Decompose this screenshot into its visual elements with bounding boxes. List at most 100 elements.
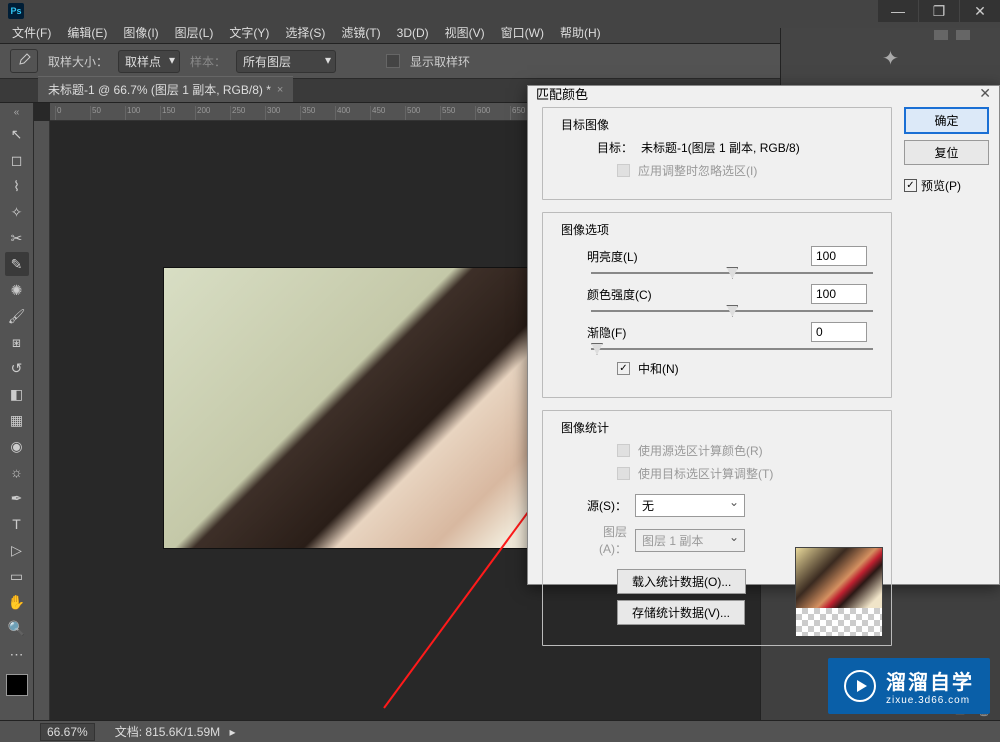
neutralize-label: 中和(N) — [638, 360, 679, 377]
sample-dropdown[interactable]: 所有图层 — [236, 50, 336, 73]
load-stats-button[interactable]: 载入统计数据(O)... — [617, 569, 746, 594]
thumbnail-transparency — [796, 608, 882, 636]
edit-toolbar[interactable]: ⋯ — [5, 642, 29, 666]
ruler-tick: 100 — [125, 106, 140, 120]
ruler-tick: 650 — [510, 106, 525, 120]
panel-tab-1[interactable] — [934, 30, 948, 40]
zoom-tool[interactable]: 🔍 — [5, 616, 29, 640]
magic-wand-tool[interactable]: ✧ — [5, 200, 29, 224]
save-stats-button[interactable]: 存储统计数据(V)... — [617, 600, 745, 625]
stamp-tool[interactable]: ⧆ — [5, 330, 29, 354]
panel-tab-2[interactable] — [956, 30, 970, 40]
ruler-tick: 450 — [370, 106, 385, 120]
watermark-title: 溜溜自学 — [886, 666, 974, 695]
menu-view[interactable]: 视图(V) — [437, 24, 493, 41]
preview-label: 预览(P) — [921, 177, 961, 194]
document-tab[interactable]: 未标题-1 @ 66.7% (图层 1 副本, RGB/8) * × — [38, 76, 293, 102]
luminance-input[interactable] — [811, 246, 867, 266]
luminance-slider[interactable] — [591, 272, 873, 274]
menu-help[interactable]: 帮助(H) — [552, 24, 609, 41]
move-tool[interactable]: ↖ — [5, 122, 29, 146]
ruler-tick: 250 — [230, 106, 245, 120]
source-thumbnail — [795, 547, 883, 635]
ok-button[interactable]: 确定 — [904, 107, 989, 134]
ruler-vertical — [34, 121, 50, 720]
hand-tool[interactable]: ✋ — [5, 590, 29, 614]
status-chevron-icon[interactable]: ▸ — [229, 725, 235, 739]
image-stats-legend: 图像统计 — [557, 419, 613, 436]
ruler-tick: 350 — [300, 106, 315, 120]
eraser-tool[interactable]: ◧ — [5, 382, 29, 406]
shape-tool[interactable]: ▭ — [5, 564, 29, 588]
target-image-legend: 目标图像 — [557, 116, 613, 133]
fade-slider[interactable] — [591, 348, 873, 350]
foreground-color[interactable] — [6, 674, 28, 696]
gradient-tool[interactable]: ▦ — [5, 408, 29, 432]
target-value: 未标题-1(图层 1 副本, RGB/8) — [641, 139, 800, 156]
minimize-button[interactable]: — — [878, 0, 918, 22]
history-brush-tool[interactable]: ↺ — [5, 356, 29, 380]
blur-tool[interactable]: ◉ — [5, 434, 29, 458]
app-logo: Ps — [8, 3, 24, 19]
layer-dropdown: 图层 1 副本 — [635, 529, 745, 552]
menu-3d[interactable]: 3D(D) — [389, 26, 437, 40]
image-options-group: 图像选项 明亮度(L) 颜色强度(C) — [542, 212, 892, 398]
panel-dock: ✦ — [780, 28, 1000, 88]
canvas-image — [164, 268, 529, 548]
tool-preset-button[interactable] — [10, 49, 38, 73]
healing-tool[interactable]: ✺ — [5, 278, 29, 302]
menu-type[interactable]: 文字(Y) — [221, 24, 277, 41]
ruler-tick: 50 — [90, 106, 101, 120]
menu-select[interactable]: 选择(S) — [277, 24, 333, 41]
ruler-tick: 0 — [55, 106, 61, 120]
menu-window[interactable]: 窗口(W) — [493, 24, 552, 41]
ruler-tick: 150 — [160, 106, 175, 120]
eyedropper-tool[interactable]: ✎ — [5, 252, 29, 276]
use-source-sel-label: 使用源选区计算颜色(R) — [638, 442, 763, 459]
ignore-selection-checkbox — [617, 164, 630, 177]
window-controls: — ❐ ✕ — [877, 0, 1000, 22]
menu-filter[interactable]: 滤镜(T) — [333, 24, 388, 41]
luminance-label: 明亮度(L) — [587, 248, 638, 265]
menu-layer[interactable]: 图层(L) — [167, 24, 222, 41]
dialog-close-button[interactable]: ✕ — [979, 85, 991, 102]
dodge-tool[interactable]: ☼ — [5, 460, 29, 484]
neutralize-checkbox[interactable] — [617, 362, 630, 375]
zoom-field[interactable]: 66.67% — [40, 723, 95, 741]
ruler-tick: 200 — [195, 106, 210, 120]
intensity-slider[interactable] — [591, 310, 873, 312]
lasso-tool[interactable]: ⌇ — [5, 174, 29, 198]
source-dropdown[interactable]: 无 — [635, 494, 745, 517]
document-tab-title: 未标题-1 @ 66.7% (图层 1 副本, RGB/8) * — [48, 81, 271, 98]
dialog-title-bar[interactable]: 匹配颜色 ✕ — [528, 86, 999, 101]
menu-file[interactable]: 文件(F) — [4, 24, 59, 41]
document-tab-close[interactable]: × — [277, 84, 283, 96]
crop-tool[interactable]: ✂ — [5, 226, 29, 250]
image-stats-group: 图像统计 使用源选区计算颜色(R) 使用目标选区计算调整(T) 源(S)： 无 … — [542, 410, 892, 646]
marquee-tool[interactable]: ◻ — [5, 148, 29, 172]
brush-tool[interactable]: 🖌 — [5, 304, 29, 328]
match-color-dialog: 匹配颜色 ✕ 目标图像 目标： 未标题-1(图层 1 副本, RGB/8) 应用… — [527, 85, 1000, 585]
cancel-button[interactable]: 复位 — [904, 140, 989, 165]
pen-tool[interactable]: ✒ — [5, 486, 29, 510]
close-button[interactable]: ✕ — [960, 0, 1000, 22]
menu-edit[interactable]: 编辑(E) — [59, 24, 115, 41]
type-tool[interactable]: T — [5, 512, 29, 536]
ignore-selection-label: 应用调整时忽略选区(I) — [638, 162, 757, 179]
source-label: 源(S)： — [577, 497, 627, 514]
brush-panel-icon[interactable]: ✦ — [882, 46, 899, 71]
watermark: 溜溜自学 zixue.3d66.com — [828, 658, 990, 714]
path-select-tool[interactable]: ▷ — [5, 538, 29, 562]
menu-image[interactable]: 图像(I) — [115, 24, 166, 41]
show-ring-checkbox[interactable] — [386, 54, 400, 68]
sample-size-dropdown[interactable]: 取样点 — [118, 50, 180, 73]
fade-input[interactable] — [811, 322, 867, 342]
preview-checkbox[interactable]: ✓ — [904, 179, 917, 192]
ruler-tick: 400 — [335, 106, 350, 120]
toolbox-collapse[interactable]: « — [14, 107, 20, 118]
intensity-input[interactable] — [811, 284, 867, 304]
dialog-title: 匹配颜色 — [536, 84, 588, 103]
maximize-button[interactable]: ❐ — [919, 0, 959, 22]
show-ring-label: 显示取样环 — [410, 53, 470, 70]
thumbnail-image — [796, 548, 882, 608]
